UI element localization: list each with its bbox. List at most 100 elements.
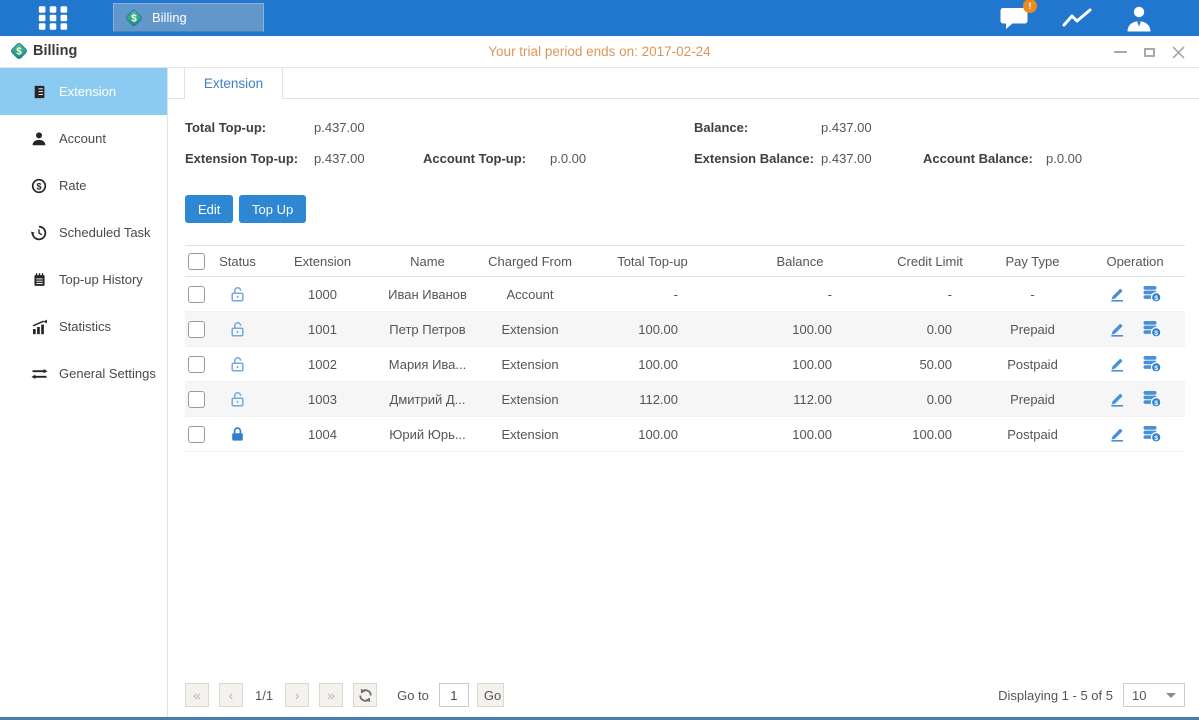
cell-name: Дмитрий Д... [380, 382, 475, 416]
cell-credit-limit: - [880, 277, 980, 311]
table-row: 1000 Иван Иванов Account - - - - $ [185, 277, 1185, 312]
column-header-status: Status [210, 246, 265, 276]
goto-page-input[interactable] [439, 683, 469, 707]
column-header-total-top-up: Total Top-up [585, 246, 720, 276]
table-header: StatusExtensionNameCharged FromTotal Top… [185, 245, 1185, 277]
table-body: 1000 Иван Иванов Account - - - - $ 1001 … [185, 277, 1185, 452]
cell-balance: 112.00 [720, 382, 880, 416]
refresh-button[interactable] [353, 683, 377, 707]
cell-extension: 1002 [265, 347, 380, 381]
goto-label: Go to [397, 688, 429, 703]
chevron-down-icon [1166, 693, 1176, 698]
sidebar-item-label: Statistics [59, 319, 111, 334]
sidebar-item-label: Top-up History [59, 272, 143, 287]
account-balance-label: Account Balance: [923, 151, 1033, 166]
next-page-button[interactable]: › [285, 683, 309, 707]
sidebar-item-general-settings[interactable]: General Settings [0, 350, 167, 397]
select-all-checkbox[interactable] [188, 253, 205, 270]
prev-page-button[interactable]: ‹ [219, 683, 243, 707]
app-grid-icon[interactable] [30, 3, 76, 33]
cell-total-topup: - [585, 277, 720, 311]
account-topup-label: Account Top-up: [423, 151, 526, 166]
notification-badge: ! [1023, 0, 1037, 13]
statistics-chart-icon[interactable] [1061, 5, 1093, 31]
cell-pay-type: Postpaid [980, 347, 1085, 381]
extension-balance-value: p.437.00 [821, 151, 872, 166]
table-row: 1004 Юрий Юрь... Extension 100.00 100.00… [185, 417, 1185, 452]
cell-extension: 1000 [265, 277, 380, 311]
cell-credit-limit: 50.00 [880, 347, 980, 381]
topbar: $ Billing ! [0, 0, 1199, 36]
ledger-icon [30, 84, 48, 100]
svg-text:$: $ [1154, 400, 1158, 407]
window-titlebar: $ Billing Your trial period ends on: 201… [0, 36, 1199, 68]
topup-row-icon[interactable]: $ [1142, 390, 1162, 408]
taskbar-tab-label: Billing [152, 10, 187, 25]
cell-extension: 1001 [265, 312, 380, 346]
cell-pay-type: Prepaid [980, 312, 1085, 346]
sliders-icon [30, 366, 48, 382]
extension-table: StatusExtensionNameCharged FromTotal Top… [185, 245, 1185, 452]
cell-balance: 100.00 [720, 417, 880, 451]
topup-row-icon[interactable]: $ [1142, 425, 1162, 443]
minimize-icon[interactable] [1114, 51, 1127, 53]
cell-balance: 100.00 [720, 312, 880, 346]
cell-pay-type: - [980, 277, 1085, 311]
row-checkbox[interactable] [188, 426, 205, 443]
row-checkbox[interactable] [188, 356, 205, 373]
edit-row-icon[interactable] [1108, 320, 1126, 338]
svg-text:$: $ [1154, 330, 1158, 337]
close-icon[interactable] [1172, 46, 1185, 59]
column-header-extension: Extension [265, 246, 380, 276]
extension-balance-label: Extension Balance: [694, 151, 814, 166]
sidebar-item-statistics[interactable]: Statistics [0, 303, 167, 350]
topup-row-icon[interactable]: $ [1142, 320, 1162, 338]
page-size-select[interactable]: 10 [1123, 683, 1185, 707]
sidebar-item-top-up-history[interactable]: Top-up History [0, 256, 167, 303]
edit-row-icon[interactable] [1108, 355, 1126, 373]
edit-row-icon[interactable] [1108, 285, 1126, 303]
person-icon [30, 131, 48, 147]
total-topup-label: Total Top-up: [185, 120, 266, 135]
topup-row-icon[interactable]: $ [1142, 285, 1162, 303]
coin-icon: $ [30, 178, 48, 194]
sidebar-item-account[interactable]: Account [0, 115, 167, 162]
edit-button[interactable]: Edit [185, 195, 233, 223]
sidebar-item-rate[interactable]: $ Rate [0, 162, 167, 209]
row-checkbox[interactable] [188, 286, 205, 303]
last-page-button[interactable]: » [319, 683, 343, 707]
cell-charged-from: Extension [475, 417, 585, 451]
column-header-credit-limit: Credit Limit [880, 246, 980, 276]
maximize-icon[interactable] [1144, 48, 1155, 57]
edit-row-icon[interactable] [1108, 390, 1126, 408]
lock-open-icon [229, 321, 246, 338]
sidebar-item-scheduled-task[interactable]: Scheduled Task [0, 209, 167, 256]
messages-icon[interactable]: ! [999, 5, 1029, 31]
page-size-value: 10 [1132, 688, 1146, 703]
edit-row-icon[interactable] [1108, 425, 1126, 443]
cell-credit-limit: 0.00 [880, 312, 980, 346]
pagination-bar: « ‹ 1/1 › » Go to Go Displaying 1 - 5 of… [185, 682, 1185, 708]
topup-row-icon[interactable]: $ [1142, 355, 1162, 373]
sidebar-item-label: General Settings [59, 366, 156, 381]
extension-topup-label: Extension Top-up: [185, 151, 298, 166]
cell-balance: 100.00 [720, 347, 880, 381]
cell-name: Иван Иванов [380, 277, 475, 311]
sidebar-item-extension[interactable]: Extension [0, 68, 167, 115]
topup-button[interactable]: Top Up [239, 195, 306, 223]
taskbar-tab-billing[interactable]: $ Billing [113, 3, 264, 32]
tab-extension[interactable]: Extension [184, 68, 283, 99]
cell-credit-limit: 100.00 [880, 417, 980, 451]
row-checkbox[interactable] [188, 391, 205, 408]
lock-open-icon [229, 391, 246, 408]
balance-label: Balance: [694, 120, 748, 135]
row-checkbox[interactable] [188, 321, 205, 338]
user-account-icon[interactable] [1125, 5, 1153, 32]
first-page-button[interactable]: « [185, 683, 209, 707]
svg-text:$: $ [131, 13, 137, 24]
total-topup-value: p.437.00 [314, 120, 365, 135]
lock-closed-icon [229, 426, 246, 443]
go-button[interactable]: Go [477, 683, 504, 707]
table-row: 1003 Дмитрий Д... Extension 112.00 112.0… [185, 382, 1185, 417]
sidebar-item-label: Extension [59, 84, 116, 99]
